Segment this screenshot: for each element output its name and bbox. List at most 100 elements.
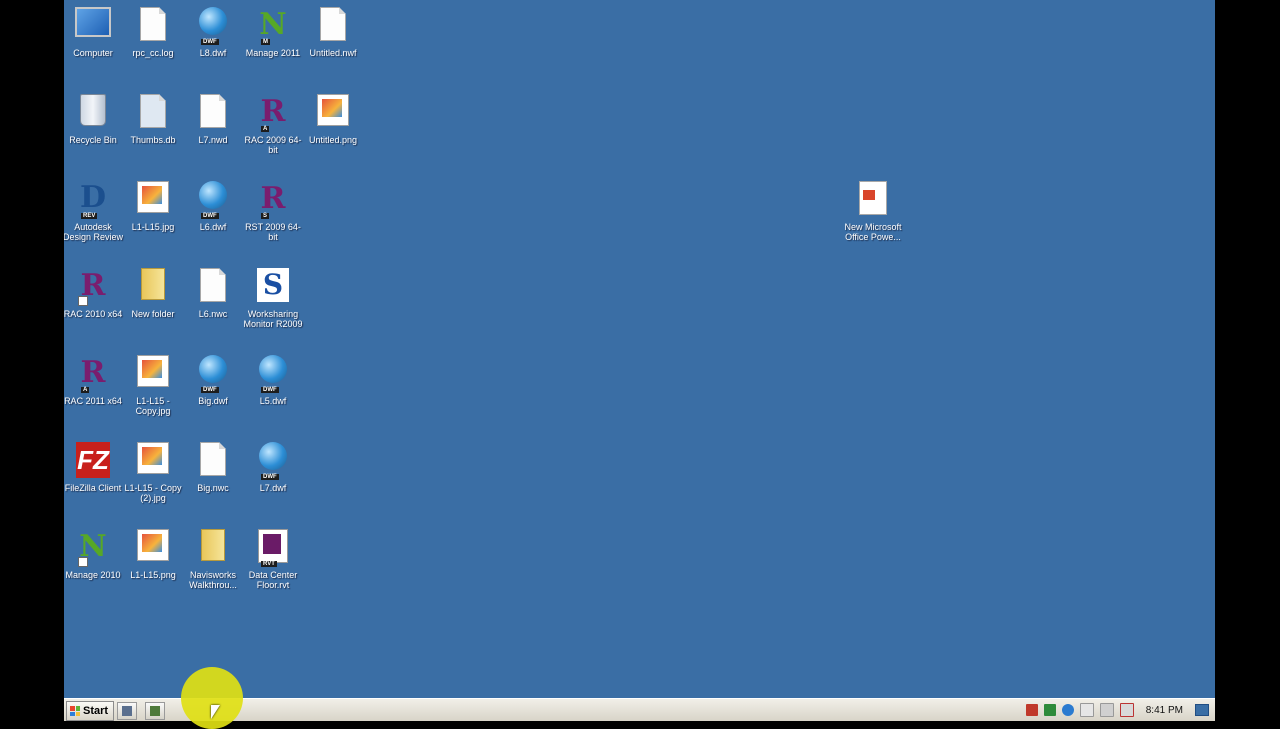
image-file-icon [134, 181, 172, 219]
nwd-file-icon [194, 94, 232, 132]
desktop-icon-label: Recycle Bin [69, 135, 117, 145]
desktop-icon-label: Big.dwf [198, 396, 228, 406]
desktop-icon-untitled-nwf[interactable]: Untitled.nwf [301, 0, 365, 58]
image-file-icon [134, 355, 172, 393]
desktop-icon-label: Manage 2010 [65, 570, 121, 580]
flag-icon[interactable] [1079, 703, 1094, 717]
desktop-icon-label: L7.dwf [259, 483, 287, 493]
image-file-icon [134, 529, 172, 567]
desktop-icon-label: L1-L15 - Copy.jpg [135, 396, 171, 416]
sync-icon[interactable] [1099, 703, 1114, 717]
desktop-icon-big-dwf[interactable]: DWF Big.dwf [181, 348, 245, 406]
windows-logo-icon [70, 706, 80, 716]
desktop-icon-data-center-rvt[interactable]: RVT Data Center Floor.rvt [241, 522, 305, 590]
desktop-icon-l5-dwf[interactable]: DWF L5.dwf [241, 348, 305, 406]
desktop-icon-label: L1-L15.jpg [131, 222, 175, 232]
desktop[interactable]: Computer Recycle Bin D REV Autodesk Desig… [64, 0, 1215, 720]
desktop-icon-l7-dwf[interactable]: DWF L7.dwf [241, 435, 305, 493]
desktop-icon-l8-dwf[interactable]: DWF L8.dwf [181, 0, 245, 58]
desktop-icon-l6-dwf[interactable]: DWF L6.dwf [181, 174, 245, 232]
mouse-pointer-icon [211, 705, 220, 719]
desktop-icon-l1-l15-copy2-jpg[interactable]: L1-L15 - Copy (2).jpg [121, 435, 185, 503]
green-app-icon[interactable] [1043, 704, 1056, 716]
desktop-icon-label: Thumbs.db [130, 135, 176, 145]
desktop-icon-label: Navisworks Walkthrou... [189, 570, 237, 590]
desktop-icon-label: FileZilla Client [64, 483, 122, 493]
desktop-icon-rpc-log[interactable]: rpc_cc.log [121, 0, 185, 58]
text-file-icon [134, 7, 172, 45]
desktop-icon-l1-l15-jpg[interactable]: L1-L15.jpg [121, 174, 185, 232]
desktop-icon-computer[interactable]: Computer [64, 0, 125, 58]
desktop-icon-label: Untitled.png [308, 135, 358, 145]
desktop-icon-label: rpc_cc.log [132, 48, 174, 58]
desktop-icon-label: L6.dwf [199, 222, 227, 232]
dwf-file-icon: DWF [254, 355, 292, 393]
desktop-icon-label: L1-L15 - Copy (2).jpg [124, 483, 182, 503]
desktop-icon-label: Untitled.nwf [309, 48, 357, 58]
start-button[interactable]: Start [66, 701, 115, 721]
computer-icon [74, 7, 112, 45]
filezilla-icon: FZ [74, 442, 112, 480]
desktop-icon-label: L7.nwd [198, 135, 228, 145]
desktop-icon-label: L5.dwf [259, 396, 287, 406]
desktop-icon-l7-nwd[interactable]: L7.nwd [181, 87, 245, 145]
desktop-icon-design-review[interactable]: D REV Autodesk Design Review [64, 174, 125, 243]
network-icon[interactable] [1061, 704, 1074, 716]
desktop-icon-l6-nwc[interactable]: L6.nwc [181, 261, 245, 319]
desktop-icon-rst-2009[interactable]: RS RST 2009 64-bit [241, 174, 305, 242]
desktop-icon-worksharing-monitor[interactable]: S Worksharing Monitor R2009 [241, 261, 305, 329]
revit-architecture-icon: RA [260, 94, 286, 132]
desktop-icon-l1-l15-png[interactable]: L1-L15.png [121, 522, 185, 580]
desktop-icon-untitled-png[interactable]: Untitled.png [301, 87, 365, 145]
desktop-icon-new-folder[interactable]: New folder [121, 261, 185, 319]
dwf-file-icon: DWF [194, 7, 232, 45]
folder-icon [194, 529, 232, 567]
desktop-icon-label: RAC 2011 x64 [64, 396, 122, 406]
revit-architecture-icon: R [74, 268, 112, 306]
volume-muted-icon[interactable] [1119, 703, 1134, 717]
desktop-icon-label: L6.nwc [198, 309, 228, 319]
desktop-icon-new-powerpoint[interactable]: New Microsoft Office Powe... [841, 174, 905, 242]
show-desktop-button[interactable] [1195, 704, 1209, 716]
desktop-icon-rac-2010[interactable]: R RAC 2010 x64 [64, 261, 125, 319]
folder-icon [134, 268, 172, 306]
desktop-icon-label: New Microsoft Office Powe... [844, 222, 902, 242]
db-file-icon [134, 94, 172, 132]
navisworks-manage-icon: N [74, 529, 112, 567]
image-file-icon [314, 94, 352, 132]
desktop-icon-label: Worksharing Monitor R2009 [243, 309, 303, 329]
worksharing-monitor-icon: S [254, 268, 292, 306]
desktop-icon-filezilla[interactable]: FZ FileZilla Client [64, 435, 125, 493]
nwc-file-icon [194, 268, 232, 306]
desktop-icon-rac-2009[interactable]: RA RAC 2009 64-bit [241, 87, 305, 155]
desktop-icon-manage-2011[interactable]: NM Manage 2011 [241, 0, 305, 58]
desktop-icon-label: Manage 2011 [245, 48, 301, 58]
desktop-icon-rac-2011[interactable]: RA RAC 2011 x64 [64, 348, 125, 406]
show-desktop-icon[interactable] [117, 702, 137, 720]
nwf-file-icon [314, 7, 352, 45]
powerpoint-file-icon [854, 181, 892, 219]
image-file-icon [134, 442, 172, 480]
desktop-icon-l1-l15-copy-jpg[interactable]: L1-L15 - Copy.jpg [121, 348, 185, 416]
desktop-icon-label: L1-L15.png [130, 570, 176, 580]
desktop-icon-navisworks-folder[interactable]: Navisworks Walkthrou... [181, 522, 245, 590]
app-launch-icon[interactable] [145, 702, 165, 720]
system-tray: 8:41 PM [1025, 701, 1215, 719]
desktop-icon-recycle-bin[interactable]: Recycle Bin [64, 87, 125, 145]
desktop-icon-manage-2010[interactable]: N Manage 2010 [64, 522, 125, 580]
desktop-icon-label: RAC 2009 64-bit [244, 135, 302, 155]
desktop-icon-label: Data Center Floor.rvt [248, 570, 298, 590]
desktop-icon-label: RST 2009 64-bit [245, 222, 301, 242]
desktop-icon-label: Computer [73, 48, 113, 58]
desktop-icon-label: Autodesk Design Review [64, 222, 124, 242]
rvt-file-icon: RVT [254, 529, 292, 567]
revit-architecture-icon: RA [80, 355, 106, 393]
nwc-file-icon [194, 442, 232, 480]
clock[interactable]: 8:41 PM [1140, 705, 1189, 716]
desktop-icon-big-nwc[interactable]: Big.nwc [181, 435, 245, 493]
dwf-file-icon: DWF [194, 355, 232, 393]
red-app-icon[interactable] [1025, 704, 1038, 716]
desktop-icon-thumbs-db[interactable]: Thumbs.db [121, 87, 185, 145]
design-review-icon: D REV [79, 180, 106, 219]
recycle-bin-icon [74, 94, 112, 132]
